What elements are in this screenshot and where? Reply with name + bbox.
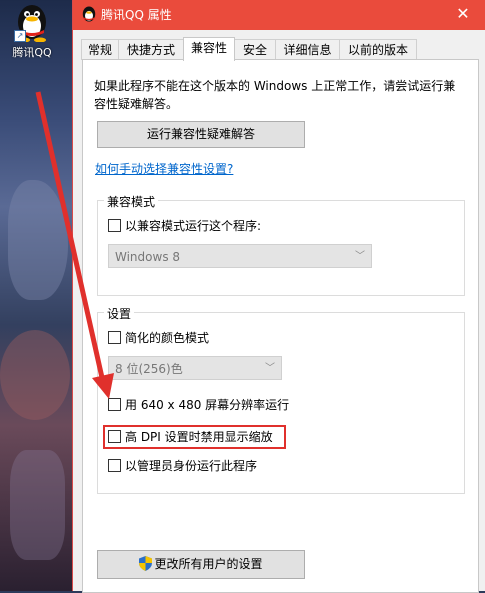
reduced-color-checkbox[interactable] bbox=[108, 331, 121, 344]
compatibility-panel: 如果此程序不能在这个版本的 Windows 上正常工作，请尝试运行兼容性疑难解答… bbox=[82, 59, 479, 593]
group-title: 设置 bbox=[104, 305, 135, 322]
tab-shortcut[interactable]: 快捷方式 bbox=[118, 39, 184, 60]
highlight-box bbox=[103, 425, 286, 449]
window-title: 腾讯QQ 属性 bbox=[101, 8, 172, 22]
select-value: 8 位(256)色 bbox=[115, 362, 183, 376]
run-troubleshooter-button[interactable]: 运行兼容性疑难解答 bbox=[97, 121, 305, 148]
wallpaper-shape bbox=[0, 330, 70, 420]
checkbox-label: 用 640 x 480 屏幕分辨率运行 bbox=[125, 398, 290, 412]
res640-checkbox-row[interactable]: 用 640 x 480 屏幕分辨率运行 bbox=[108, 397, 289, 413]
reduced-color-checkbox-row[interactable]: 简化的颜色模式 bbox=[108, 330, 209, 346]
res640-checkbox[interactable] bbox=[108, 398, 121, 411]
desktop-shortcut-qq[interactable]: ↗ 腾讯QQ bbox=[2, 2, 62, 60]
color-depth-select: 8 位(256)色 ﹀ bbox=[108, 356, 282, 380]
close-button[interactable]: ✕ bbox=[440, 0, 485, 30]
tab-details[interactable]: 详细信息 bbox=[275, 39, 340, 60]
settings-group: 设置 简化的颜色模式 8 位(256)色 ﹀ 用 640 x 480 屏幕分辨率… bbox=[97, 305, 465, 494]
qq-app-icon bbox=[81, 5, 97, 23]
change-all-users-button[interactable]: 更改所有用户的设置 bbox=[97, 550, 305, 579]
intro-text: 如果此程序不能在这个版本的 Windows 上正常工作，请尝试运行兼容性疑难解答… bbox=[94, 79, 456, 111]
wallpaper-shape bbox=[8, 180, 68, 300]
uac-shield-icon bbox=[139, 554, 153, 581]
manual-settings-link[interactable]: 如何手动选择兼容性设置? bbox=[95, 160, 233, 177]
compat-mode-checkbox[interactable] bbox=[108, 219, 121, 232]
title-bar[interactable]: 腾讯QQ 属性 ✕ bbox=[73, 0, 485, 30]
checkbox-label: 以管理员身份运行此程序 bbox=[125, 459, 258, 473]
close-icon: ✕ bbox=[456, 4, 470, 23]
checkbox-label: 简化的颜色模式 bbox=[125, 331, 210, 345]
qq-penguin-icon: ↗ bbox=[14, 2, 50, 43]
tab-compatibility[interactable]: 兼容性 bbox=[183, 37, 235, 61]
wallpaper-shape bbox=[10, 450, 65, 560]
tab-previous-versions[interactable]: 以前的版本 bbox=[339, 39, 417, 60]
chevron-down-icon: ﹀ bbox=[265, 363, 275, 374]
desktop-background: ↗ 腾讯QQ bbox=[0, 0, 72, 591]
chevron-down-icon: ﹀ bbox=[355, 251, 365, 262]
compat-mode-checkbox-row[interactable]: 以兼容模式运行这个程序: bbox=[108, 218, 261, 234]
group-title: 兼容模式 bbox=[104, 193, 159, 210]
checkbox-label: 以兼容模式运行这个程序: bbox=[125, 219, 262, 233]
select-value: Windows 8 bbox=[115, 250, 181, 264]
tab-general[interactable]: 常规 bbox=[81, 39, 119, 60]
compat-os-select: Windows 8 ﹀ bbox=[108, 244, 372, 268]
tab-security[interactable]: 安全 bbox=[234, 39, 276, 60]
button-label: 更改所有用户的设置 bbox=[154, 557, 263, 571]
admin-checkbox-row[interactable]: 以管理员身份运行此程序 bbox=[108, 458, 257, 474]
run-as-admin-checkbox[interactable] bbox=[108, 459, 121, 472]
shortcut-arrow-icon: ↗ bbox=[14, 30, 26, 42]
properties-window: 腾讯QQ 属性 ✕ 常规 快捷方式 兼容性 安全 详细信息 以前的版本 如果此程… bbox=[72, 0, 485, 593]
desktop-icon-label: 腾讯QQ bbox=[12, 46, 52, 59]
compat-mode-group: 兼容模式 以兼容模式运行这个程序: Windows 8 ﹀ bbox=[97, 193, 465, 296]
